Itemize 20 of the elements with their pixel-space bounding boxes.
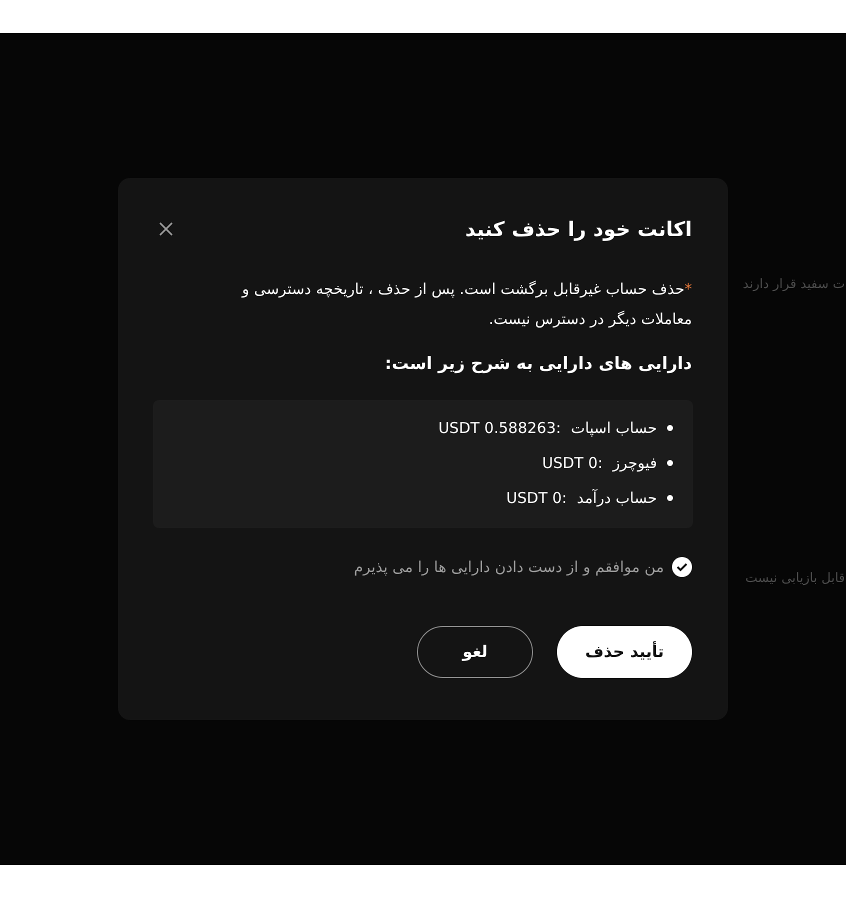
cancel-button[interactable]: لغو xyxy=(417,626,533,678)
agreement-checkbox[interactable] xyxy=(672,556,692,577)
asset-label: حساب اسپات xyxy=(570,418,657,439)
asset-value: USDT 0: xyxy=(506,488,567,508)
confirm-delete-button[interactable]: تأیید حذف xyxy=(557,626,692,678)
bullet-icon xyxy=(667,424,673,430)
asset-value: USDT 0.588263: xyxy=(438,418,561,438)
background-text: قابل بازیابی نیست xyxy=(745,571,845,586)
asset-label: فیوچرز xyxy=(612,452,657,474)
close-icon xyxy=(158,221,174,237)
background-text: ت سفید قرار دارند xyxy=(742,277,845,292)
bullet-icon xyxy=(667,494,673,500)
asset-label: حساب درآمد xyxy=(576,488,657,509)
agreement-label: من موافقم و از دست دادن دارایی ها را می پذیرم xyxy=(354,556,664,578)
check-icon xyxy=(676,562,688,572)
dialog-title: اکانت خود را حذف کنید xyxy=(465,216,692,243)
bullet-icon xyxy=(667,460,673,466)
assets-heading: دارایی های دارایی به شرح زیر است: xyxy=(384,353,692,376)
asset-value: USDT 0: xyxy=(542,452,603,474)
warning-text: * حذف حساب غیرقابل برگشت است. پس از حذف ، تاریخچه دسترسی و معاملات دیگر در دسترس نیست. xyxy=(240,279,692,330)
